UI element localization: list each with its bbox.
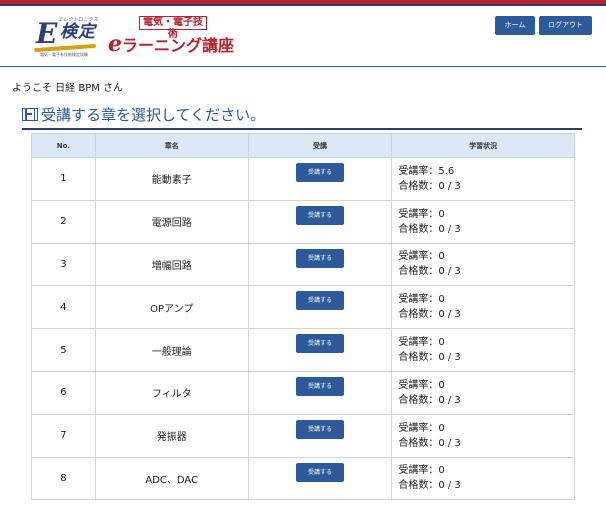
elearning-title: e ラーニング講座 bbox=[108, 32, 234, 56]
passed-count: 合格数：0 / 3 bbox=[398, 180, 461, 192]
chapter-no: 5 bbox=[31, 328, 96, 372]
passed-count: 合格数：0 / 3 bbox=[398, 266, 461, 278]
home-button[interactable]: ホーム bbox=[495, 16, 535, 35]
attend-button-2[interactable]: 受講する bbox=[295, 205, 344, 225]
chapter-no: 8 bbox=[31, 456, 96, 501]
attend-button-6[interactable]: 受講する bbox=[295, 376, 344, 396]
passed-count: 合格数：0 / 3 bbox=[398, 223, 461, 235]
chapter-name: 発振器 bbox=[94, 413, 249, 458]
attendance-rate: 受講率：5.6 bbox=[398, 165, 455, 177]
attend-button-8[interactable]: 受講する bbox=[295, 462, 344, 482]
passed-count: 合格数：0 / 3 bbox=[398, 480, 461, 492]
attendance-rate: 受講率：0 bbox=[398, 294, 445, 306]
table-row: 4 OPアンプ 受講する 受講率：0 合格数：0 / 3 bbox=[31, 285, 575, 330]
logo-letter: E bbox=[36, 17, 58, 50]
film-icon bbox=[22, 108, 38, 121]
e-kentei-logo[interactable]: エレクトロニクス E 検定 電気・電子系技術検定試験 bbox=[30, 16, 100, 58]
table-row: 1 能動素子 受講する 受講率：5.6 合格数：0 / 3 bbox=[31, 157, 575, 201]
attend-button-5[interactable]: 受講する bbox=[295, 334, 344, 354]
site-header: エレクトロニクス E 検定 電気・電子系技術検定試験 電気・電子技術 e ラーニ… bbox=[0, 6, 606, 68]
elearning-text: ラーニング講座 bbox=[122, 36, 235, 55]
top-stripe bbox=[0, 0, 606, 6]
table-row: 5 一般理論 受講する 受講率：0 合格数：0 / 3 bbox=[31, 328, 575, 372]
chapter-table: No. 章名 受講 学習状況 1 能動素子 受講する 受講率：5.6 合格数：0 … bbox=[31, 133, 575, 501]
attendance-rate: 受講率：0 bbox=[398, 379, 445, 391]
table-header-row: No. 章名 受講 学習状況 bbox=[31, 133, 575, 158]
attend-button-4[interactable]: 受講する bbox=[295, 291, 344, 311]
chapter-no: 3 bbox=[31, 242, 96, 287]
table-row: 6 フィルタ 受講する 受講率：0 合格数：0 / 3 bbox=[31, 370, 575, 415]
attendance-rate: 受講率：0 bbox=[398, 422, 445, 434]
chapter-no: 2 bbox=[31, 199, 96, 244]
chapter-name: 能動素子 bbox=[94, 157, 249, 201]
table-row: 2 電源回路 受講する 受講率：0 合格数：0 / 3 bbox=[31, 199, 575, 244]
chapter-no: 4 bbox=[31, 285, 96, 330]
welcome-message: ようこそ 日経 BPM さん bbox=[12, 83, 124, 94]
attendance-rate: 受講率：0 bbox=[398, 465, 445, 477]
header-no: No. bbox=[31, 133, 96, 158]
passed-count: 合格数：0 / 3 bbox=[398, 394, 461, 406]
chapter-no: 1 bbox=[31, 157, 96, 201]
chapter-no: 7 bbox=[31, 413, 96, 458]
header-attend: 受講 bbox=[247, 133, 393, 158]
chapter-no: 6 bbox=[31, 370, 96, 415]
category-tag: 電気・電子技術 bbox=[139, 16, 207, 40]
attendance-rate: 受講率：0 bbox=[398, 251, 445, 263]
attend-button-1[interactable]: 受講する bbox=[295, 163, 344, 182]
attend-button-3[interactable]: 受講する bbox=[295, 248, 344, 268]
table-row: 8 ADC、DAC 受講する 受講率：0 合格数：0 / 3 bbox=[31, 456, 575, 501]
attendance-rate: 受講率：0 bbox=[398, 337, 445, 349]
chapter-name: 増幅回路 bbox=[94, 242, 249, 287]
chapter-name: OPアンプ bbox=[94, 285, 249, 330]
table-row: 7 発振器 受講する 受講率：0 合格数：0 / 3 bbox=[31, 413, 575, 458]
chapter-name: フィルタ bbox=[94, 370, 249, 415]
table-row: 3 増幅回路 受講する 受講率：0 合格数：0 / 3 bbox=[31, 242, 575, 287]
header-status: 学習状況 bbox=[391, 133, 575, 158]
page-title: 受講する章を選択してください。 bbox=[41, 106, 266, 124]
chapter-name: ADC、DAC bbox=[94, 456, 249, 501]
passed-count: 合格数：0 / 3 bbox=[398, 309, 461, 321]
header-divider bbox=[0, 66, 606, 67]
passed-count: 合格数：0 / 3 bbox=[398, 437, 461, 449]
chapter-name: 一般理論 bbox=[94, 328, 249, 372]
header-chapter-name: 章名 bbox=[94, 133, 249, 158]
logo-main-text: 検定 bbox=[60, 22, 96, 42]
logout-button[interactable]: ログアウト bbox=[539, 16, 592, 35]
elearning-e: e bbox=[108, 31, 122, 57]
passed-count: 合格数：0 / 3 bbox=[398, 352, 461, 364]
logo-bottom-caption: 電気・電子系技術検定試験 bbox=[40, 52, 88, 57]
attendance-rate: 受講率：0 bbox=[398, 208, 445, 220]
attend-button-7[interactable]: 受講する bbox=[295, 419, 344, 439]
chapter-name: 電源回路 bbox=[94, 199, 249, 244]
section-title-row: 受講する章を選択してください。 bbox=[22, 104, 582, 130]
